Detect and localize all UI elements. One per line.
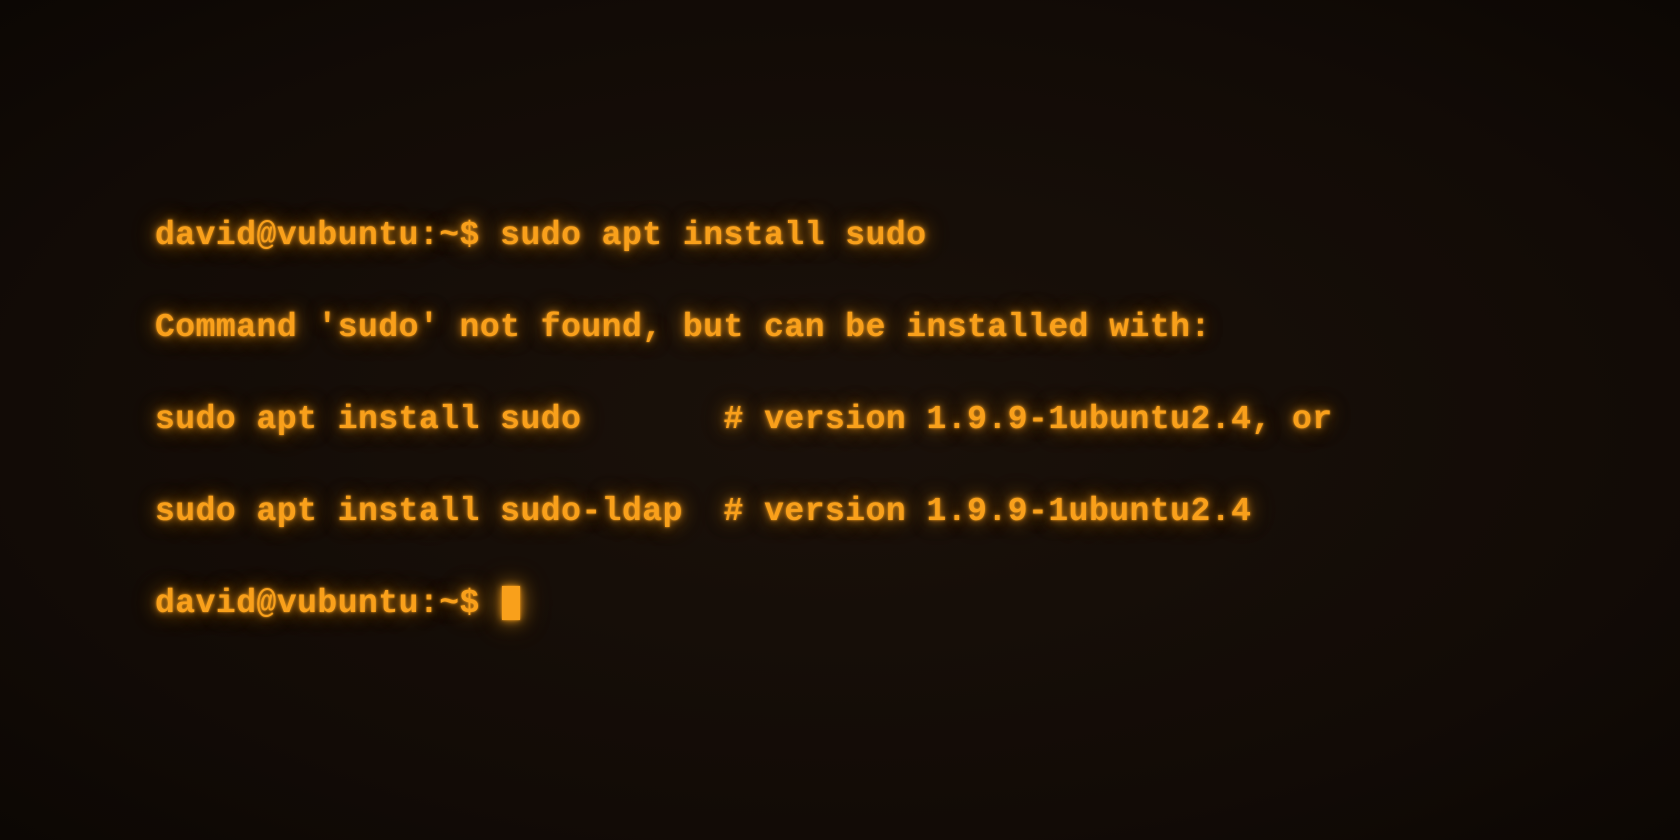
cursor-block <box>502 586 520 620</box>
prompt: david@vubuntu:~$ <box>155 217 500 254</box>
prompt: david@vubuntu:~$ <box>155 585 500 622</box>
terminal-line: david@vubuntu:~$ <box>155 581 1333 627</box>
terminal-line: sudo apt install sudo # version 1.9.9-1u… <box>155 397 1333 443</box>
terminal-line: sudo apt install sudo-ldap # version 1.9… <box>155 489 1333 535</box>
terminal-output[interactable]: david@vubuntu:~$ sudo apt install sudo C… <box>0 167 1333 673</box>
terminal-line: david@vubuntu:~$ sudo apt install sudo <box>155 213 1333 259</box>
command-input: sudo apt install sudo <box>500 217 926 254</box>
terminal-line: Command 'sudo' not found, but can be ins… <box>155 305 1333 351</box>
